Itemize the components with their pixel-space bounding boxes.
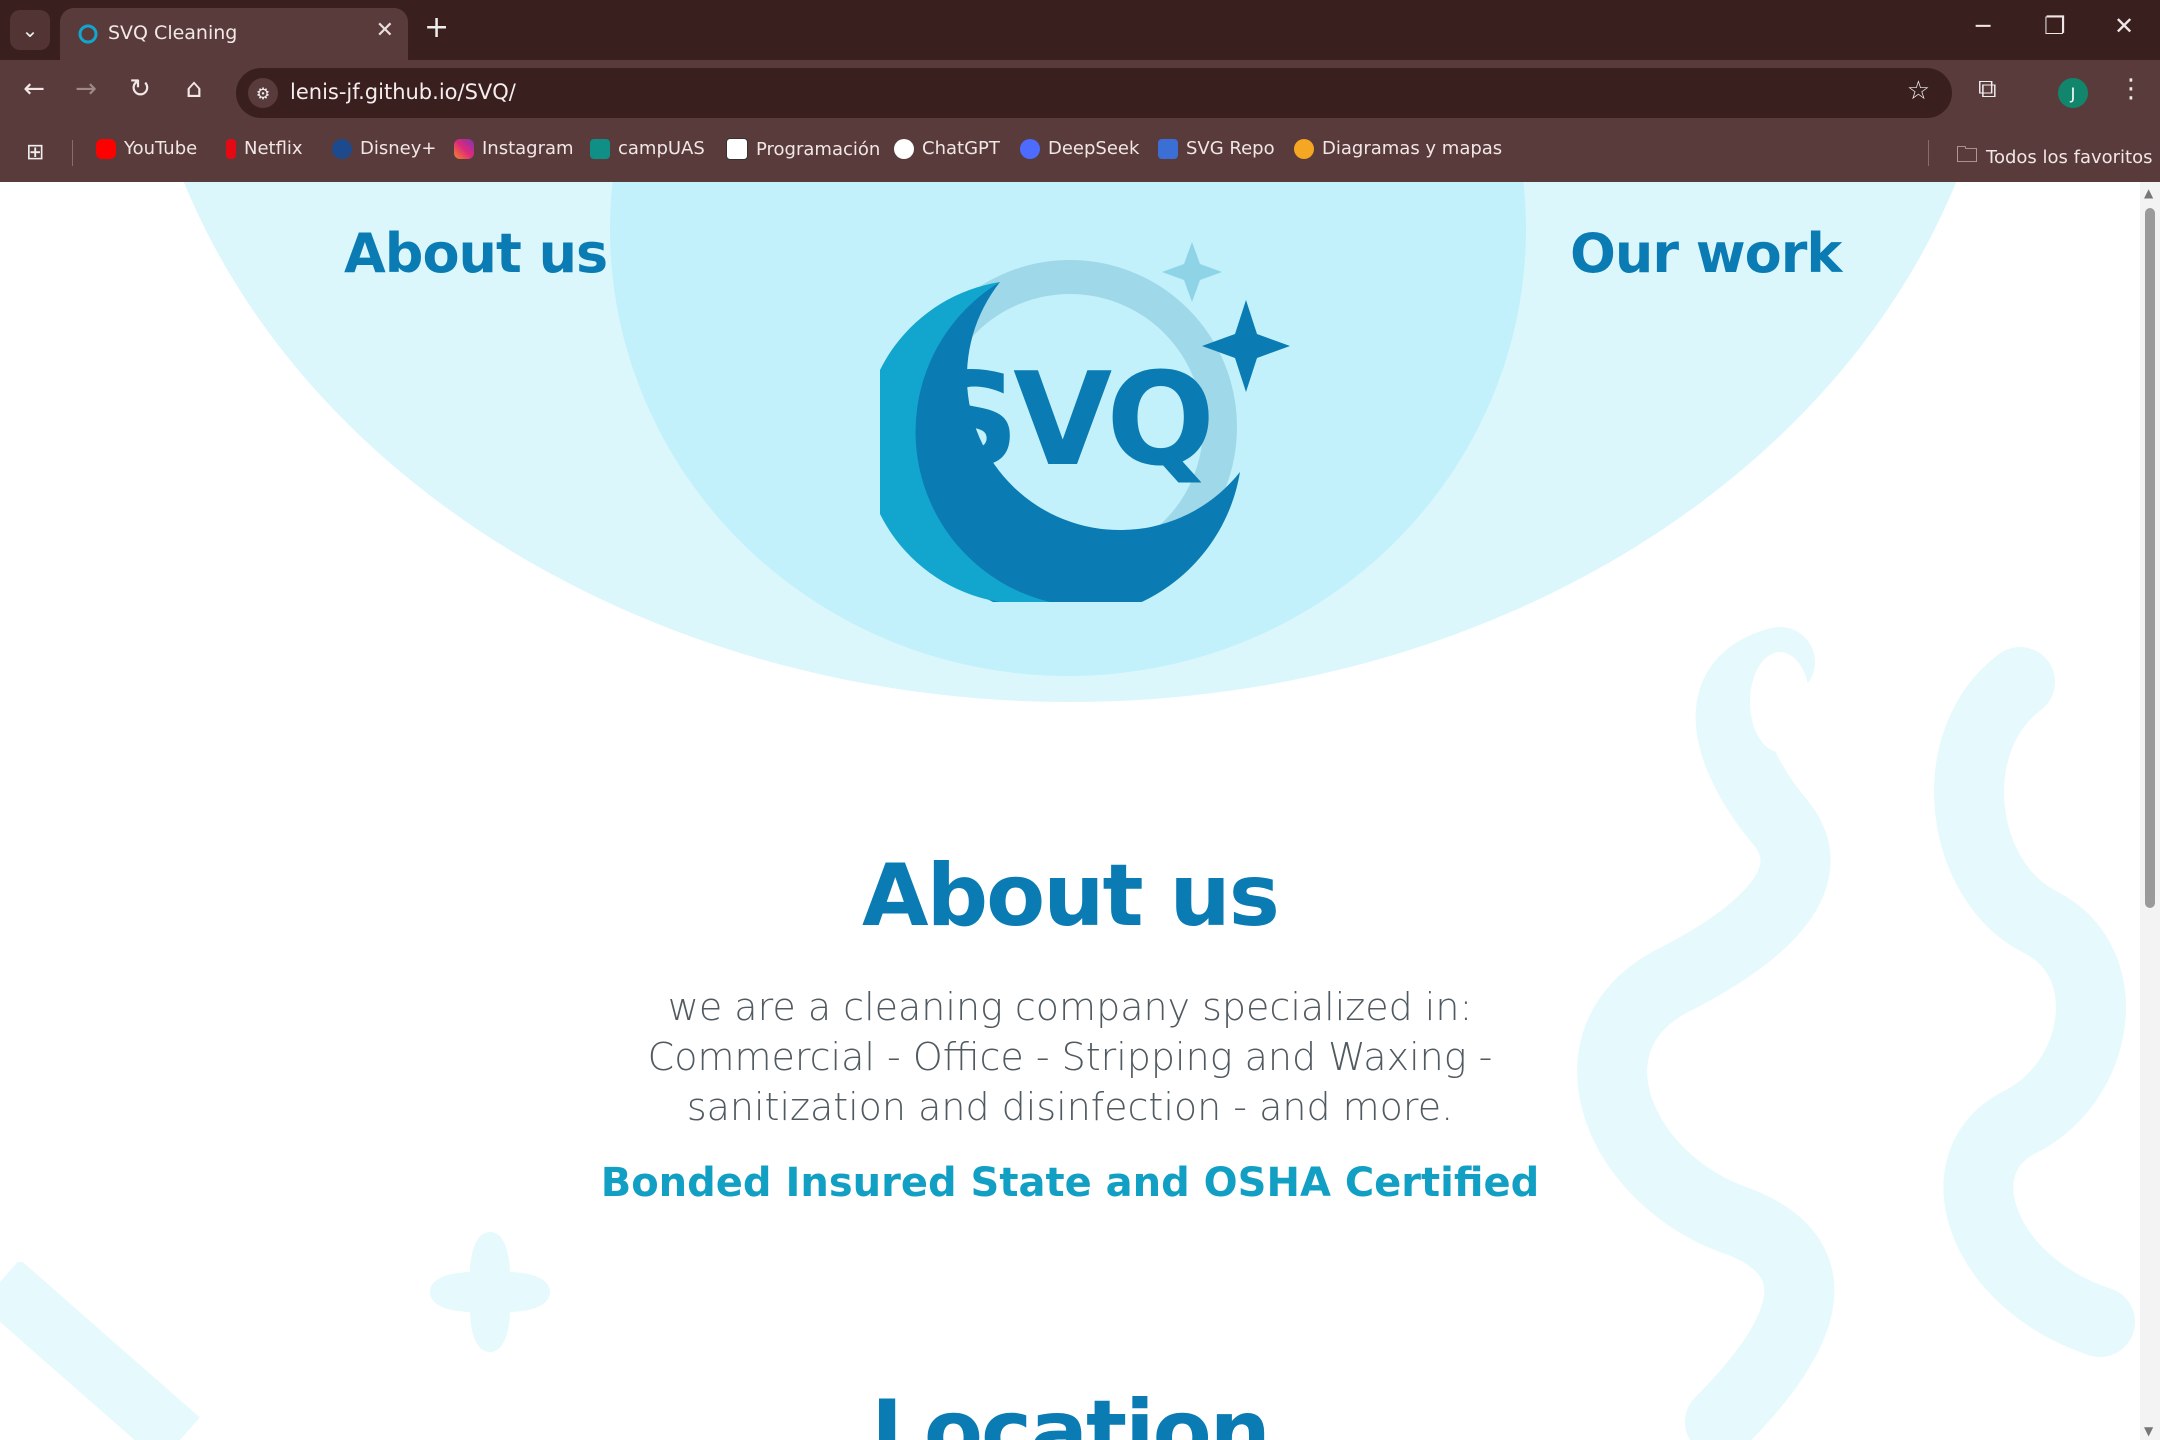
scroll-down-arrow-icon[interactable]: ▼ (2144, 1424, 2153, 1438)
tab-search-button[interactable]: ⌄ (10, 10, 50, 50)
about-title: About us (862, 846, 1280, 946)
restore-icon[interactable]: ❐ (2044, 12, 2066, 40)
decorative-plus-shape (430, 1232, 550, 1352)
location-title: Location (871, 1382, 1271, 1440)
nav-work-link[interactable]: Our work (1570, 222, 1842, 285)
bookmark-diagramas[interactable]: Diagramas y mapas (1294, 138, 1502, 159)
folder-icon: 🗀 (1956, 143, 1979, 168)
bookmark-chatgpt[interactable]: ChatGPT (894, 138, 1000, 159)
forward-arrow-icon[interactable]: → (66, 74, 106, 104)
youtube-icon (96, 138, 116, 159)
svgrepo-icon (1158, 138, 1178, 159)
browser-toolbar: ← → ↻ ⌂ ⚙ lenis-jf.github.io/SVQ/ ☆ ⧉ J … (0, 60, 2160, 124)
apps-grid-icon[interactable]: ⊞ (26, 140, 44, 165)
deepseek-icon (1020, 138, 1040, 159)
bookmark-disney[interactable]: Disney+ (332, 138, 436, 159)
bookmark-star-icon[interactable]: ☆ (1907, 76, 1930, 106)
reload-icon[interactable]: ↻ (120, 74, 160, 104)
bookmark-youtube[interactable]: YouTube (96, 138, 197, 159)
address-bar[interactable]: ⚙ lenis-jf.github.io/SVQ/ ☆ (236, 68, 1952, 118)
notion-icon (726, 138, 748, 160)
tab-strip: ⌄ SVQ Cleaning ✕ + ─ ❐ ✕ (0, 0, 2160, 60)
back-arrow-icon[interactable]: ← (14, 74, 54, 104)
disney-icon (332, 138, 352, 159)
netflix-icon (226, 138, 236, 159)
all-bookmarks-folder[interactable]: 🗀 Todos los favoritos (1956, 138, 2153, 176)
page-viewport: About us Our work SVQ About us we are a … (0, 182, 2140, 1440)
certification-text: Bonded Insured State and OSHA Certified (600, 1160, 1540, 1206)
bookmark-programacion[interactable]: Programación (726, 138, 880, 160)
tab-active[interactable]: SVQ Cleaning ✕ (60, 8, 408, 60)
site-info-icon[interactable]: ⚙ (248, 78, 278, 108)
chatgpt-icon (894, 138, 914, 159)
bookmark-svgrepo[interactable]: SVG Repo (1158, 138, 1275, 159)
page-scrollbar[interactable]: ▲ ▼ (2140, 182, 2160, 1440)
campuas-icon (590, 138, 610, 159)
extensions-icon[interactable]: ⧉ (1978, 74, 1997, 105)
tab-title: SVQ Cleaning (108, 22, 238, 44)
bookmark-netflix[interactable]: Netflix (226, 138, 303, 159)
new-tab-button[interactable]: + (424, 10, 449, 45)
scrollbar-thumb[interactable] (2145, 208, 2155, 908)
window-close-icon[interactable]: ✕ (2114, 12, 2134, 40)
bookmark-instagram[interactable]: Instagram (454, 138, 574, 159)
about-line-2: Commercial - Office - Stripping and Waxi… (647, 1035, 1493, 1079)
home-icon[interactable]: ⌂ (174, 74, 214, 104)
bookmarks-divider-right (1928, 140, 1929, 166)
site-favicon-icon (78, 24, 98, 44)
bookmark-campuas[interactable]: campUAS (590, 138, 705, 159)
bookmarks-bar: ⊞ YouTube Netflix Disney+ Instagram camp… (0, 124, 2160, 183)
about-line-1: we are a cleaning company specialized in… (667, 985, 1473, 1029)
nav-about-link[interactable]: About us (344, 222, 608, 285)
bookmark-deepseek[interactable]: DeepSeek (1020, 138, 1139, 159)
decorative-squiggle (1577, 627, 2135, 1440)
scroll-up-arrow-icon[interactable]: ▲ (2144, 186, 2153, 200)
instagram-icon (454, 138, 474, 159)
profile-avatar[interactable]: J (2058, 78, 2088, 108)
url-text[interactable]: lenis-jf.github.io/SVQ/ (290, 80, 516, 104)
more-menu-icon[interactable]: ⋮ (2118, 74, 2144, 104)
close-icon[interactable]: ✕ (376, 18, 394, 43)
diagrams-icon (1294, 138, 1314, 159)
chevron-down-icon: ⌄ (21, 18, 39, 42)
minimize-icon[interactable]: ─ (1976, 12, 1990, 40)
logo-text: SVQ (927, 346, 1209, 495)
about-description: we are a cleaning company specialized in… (620, 982, 1520, 1132)
bookmarks-divider (72, 140, 73, 166)
about-line-3: sanitization and disinfection - and more… (686, 1085, 1454, 1129)
svq-logo: SVQ (880, 242, 1290, 602)
